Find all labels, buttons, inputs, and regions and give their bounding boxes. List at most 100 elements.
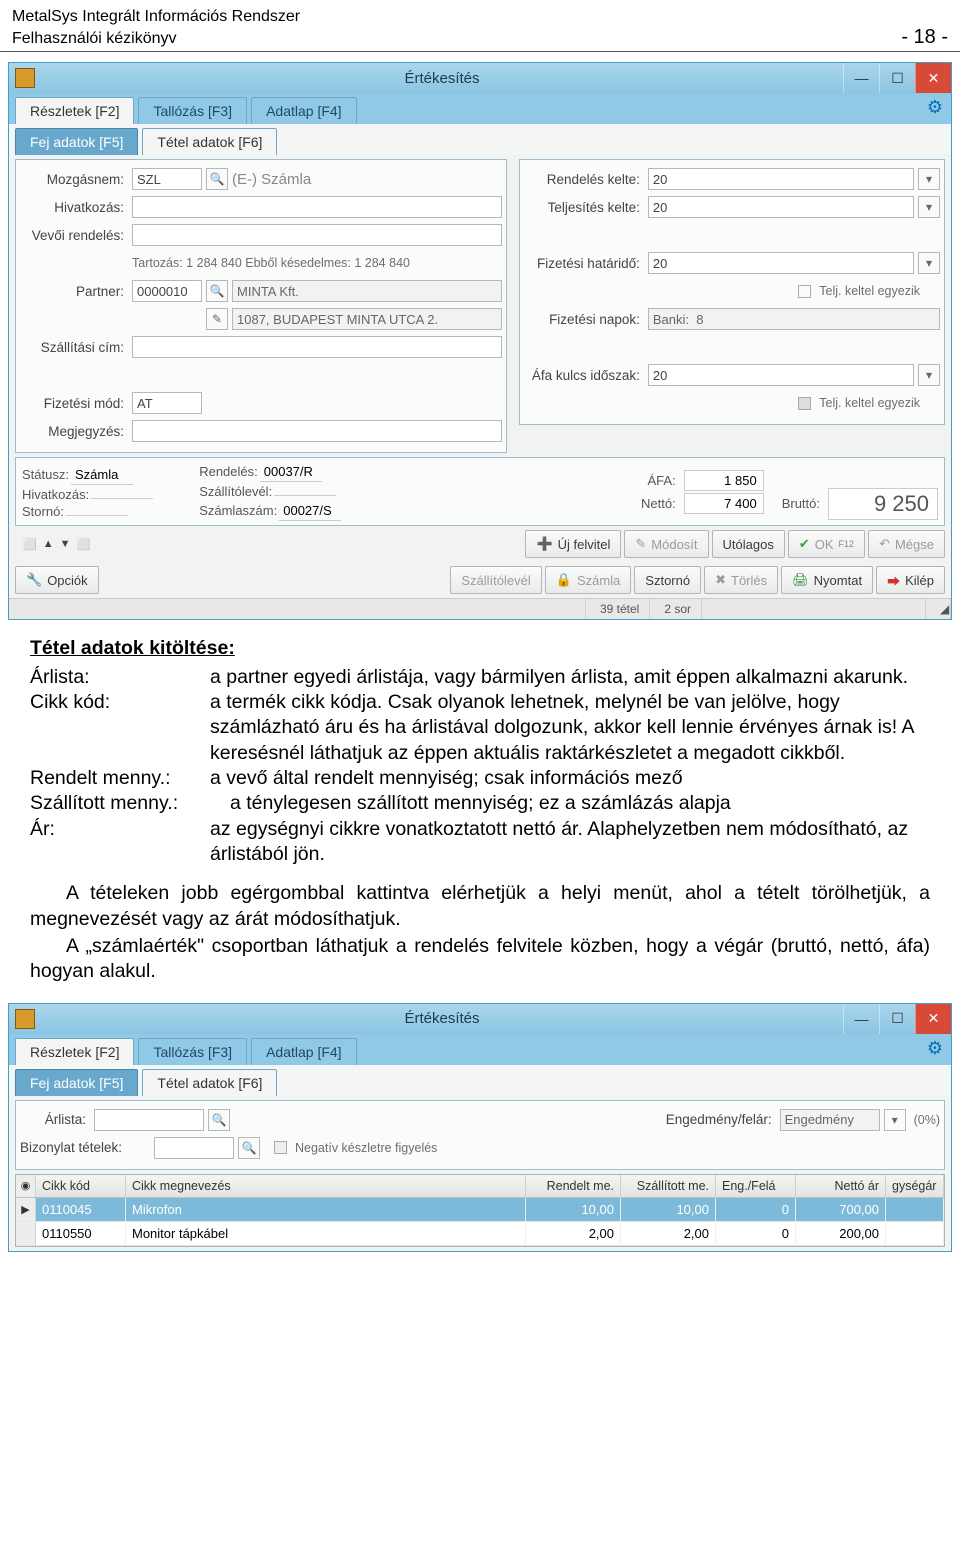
ok-button[interactable]: ✔OKF12 <box>788 530 865 558</box>
arlista-def-label: Árlista: <box>30 665 210 690</box>
kilep-button[interactable]: ⮕Kilép <box>876 566 945 594</box>
tab-adatlap[interactable]: Adatlap [F4] <box>251 97 357 124</box>
dropdown-icon[interactable]: ▾ <box>918 168 940 190</box>
vevoi-rendeles-field[interactable] <box>132 224 502 246</box>
table-row[interactable]: 0110550 Monitor tápkábel 2,00 2,00 0 200… <box>16 1222 944 1246</box>
col-egysegar[interactable]: gységár <box>886 1175 944 1197</box>
opciok-button[interactable]: 🔧Opciók <box>15 566 99 594</box>
rendeles-kelte-field[interactable] <box>648 168 914 190</box>
minimize-button[interactable]: — <box>843 63 879 93</box>
afa-idoszak-field[interactable] <box>648 364 914 386</box>
fizetesi-hatarido-field[interactable] <box>648 252 914 274</box>
tab-reszletek[interactable]: Részletek [F2] <box>15 1038 134 1065</box>
search-icon[interactable]: 🔍 <box>206 168 228 190</box>
subtab-fej[interactable]: Fej adatok [F5] <box>15 1069 138 1096</box>
szallitasi-cim-field[interactable] <box>132 336 502 358</box>
edit-icon[interactable]: ✎ <box>206 308 228 330</box>
dropdown-icon[interactable]: ▾ <box>918 252 940 274</box>
rendeles-label: Rendelés: <box>199 464 260 479</box>
subtab-tetel[interactable]: Tétel adatok [F6] <box>142 1069 277 1096</box>
maximize-button[interactable]: ☐ <box>879 63 915 93</box>
telj-egyezik-checkbox[interactable] <box>798 285 811 298</box>
dropdown-icon[interactable]: ▾ <box>918 364 940 386</box>
col-rendelt[interactable]: Rendelt me. <box>526 1175 621 1197</box>
tartozas-note: Tartozás: 1 284 840 Ebből késedelmes: 1 … <box>132 256 502 270</box>
partner-field[interactable] <box>132 280 202 302</box>
bizonylat-field[interactable] <box>154 1137 234 1159</box>
szamla-button[interactable]: 🔒Számla <box>545 566 632 594</box>
col-eng-fela[interactable]: Eng./Felá <box>716 1175 796 1197</box>
exit-icon: ⮕ <box>887 571 900 590</box>
row-selector-header[interactable]: ◉ <box>16 1175 36 1197</box>
subtab-tetel[interactable]: Tétel adatok [F6] <box>142 128 277 155</box>
close-button[interactable]: ✕ <box>915 1004 951 1034</box>
row-indicator-icon <box>16 1222 36 1245</box>
maximize-button[interactable]: ☐ <box>879 1004 915 1034</box>
dropdown-icon[interactable]: ▾ <box>918 196 940 218</box>
szallitolevel-button[interactable]: Szállítólevél <box>450 566 541 594</box>
telj-egyezik-label-2: Telj. keltel egyezik <box>819 396 920 410</box>
utolagos-button[interactable]: Utólagos <box>712 530 785 558</box>
main-tabbar: Részletek [F2] Tallózás [F3] Adatlap [F4… <box>9 93 951 124</box>
uj-felvitel-button[interactable]: ➕Új felvitel <box>525 530 621 558</box>
resize-grip-icon[interactable]: ◢ <box>930 599 951 619</box>
rendeles-kelte-label: Rendelés kelte: <box>524 172 644 187</box>
doc-subtitle: Felhasználói kézikönyv <box>12 28 300 50</box>
ertekesites-window-1: Értékesítés — ☐ ✕ Részletek [F2] Tallózá… <box>8 62 952 620</box>
totals-panel: Státusz:Számla Hivatkozás: Stornó: Rende… <box>15 457 945 526</box>
search-icon[interactable]: 🔍 <box>206 280 228 302</box>
col-netto-ar[interactable]: Nettó ár <box>796 1175 886 1197</box>
tab-tallozas[interactable]: Tallózás [F3] <box>138 1038 247 1065</box>
left-panel: Mozgásnem: 🔍 (E-) Számla Hivatkozás: Vev… <box>15 159 507 453</box>
statusbar: 39 tétel 2 sor ◢ <box>9 598 951 619</box>
cell-ef: 0 <box>716 1198 796 1221</box>
megse-button[interactable]: ↶Mégse <box>868 530 945 558</box>
tab-adatlap[interactable]: Adatlap [F4] <box>251 1038 357 1065</box>
nav-up-icon[interactable]: ▲ <box>43 538 54 550</box>
window-title: Értékesítés <box>41 1010 843 1027</box>
gear-icon[interactable]: ⚙ <box>927 97 943 118</box>
fizetesi-hatarido-label: Fizetési határidő: <box>524 256 644 271</box>
tab-tallozas[interactable]: Tallózás [F3] <box>138 97 247 124</box>
nav-down-icon[interactable]: ▼ <box>60 538 71 550</box>
megjegyzes-field[interactable] <box>132 420 502 442</box>
szallitott-def-label: Szállított menny.: <box>30 791 230 816</box>
nyomtat-button[interactable]: 🖨Nyomtat <box>781 566 873 594</box>
table-row[interactable]: ▶ 0110045 Mikrofon 10,00 10,00 0 700,00 <box>16 1198 944 1222</box>
close-button[interactable]: ✕ <box>915 63 951 93</box>
sub-tabbar: Fej adatok [F5] Tétel adatok [F6] <box>9 124 951 155</box>
nav-first-icon[interactable]: ⬜ <box>23 538 37 551</box>
col-cikk-megnevezes[interactable]: Cikk megnevezés <box>126 1175 526 1197</box>
engedmeny-field[interactable] <box>780 1109 880 1131</box>
rendelt-def: a vevő által rendelt mennyiség; csak inf… <box>210 766 930 791</box>
tab-reszletek[interactable]: Részletek [F2] <box>15 97 134 124</box>
cikk-def: a termék cikk kódja. Csak olyanok lehetn… <box>210 690 930 766</box>
search-icon[interactable]: 🔍 <box>238 1137 260 1159</box>
teljesites-kelte-field[interactable] <box>648 196 914 218</box>
fizetesi-mod-field[interactable] <box>132 392 202 414</box>
window-title: Értékesítés <box>41 70 843 87</box>
doc-title: MetalSys Integrált Információs Rendszer <box>12 6 300 28</box>
hivatkozas2-label: Hivatkozás: <box>22 487 91 502</box>
gear-icon[interactable]: ⚙ <box>927 1038 943 1059</box>
dropdown-icon[interactable]: ▾ <box>884 1109 906 1131</box>
modosit-button[interactable]: ✎Módosít <box>624 530 708 558</box>
arlista-field[interactable] <box>94 1109 204 1131</box>
search-icon[interactable]: 🔍 <box>208 1109 230 1131</box>
status-value: Számla <box>71 465 133 485</box>
mozgasnem-field[interactable] <box>132 168 202 190</box>
hivatkozas-field[interactable] <box>132 196 502 218</box>
afa-idoszak-label: Áfa kulcs időszak: <box>524 368 644 383</box>
negativ-checkbox[interactable] <box>274 1141 287 1154</box>
minimize-button[interactable]: — <box>843 1004 879 1034</box>
app-icon <box>15 68 35 88</box>
engedmeny-percent: (0%) <box>914 1113 940 1127</box>
torles-button[interactable]: ✖Törlés <box>704 566 778 594</box>
subtab-fej[interactable]: Fej adatok [F5] <box>15 128 138 155</box>
col-cikk-kod[interactable]: Cikk kód <box>36 1175 126 1197</box>
nav-last-icon[interactable]: ⬜ <box>76 538 90 551</box>
telj-egyezik-checkbox-2[interactable] <box>798 397 811 410</box>
page-number: - 18 - <box>901 26 948 49</box>
sztorno-button[interactable]: Sztornó <box>634 566 701 594</box>
col-szallitott[interactable]: Szállított me. <box>621 1175 716 1197</box>
